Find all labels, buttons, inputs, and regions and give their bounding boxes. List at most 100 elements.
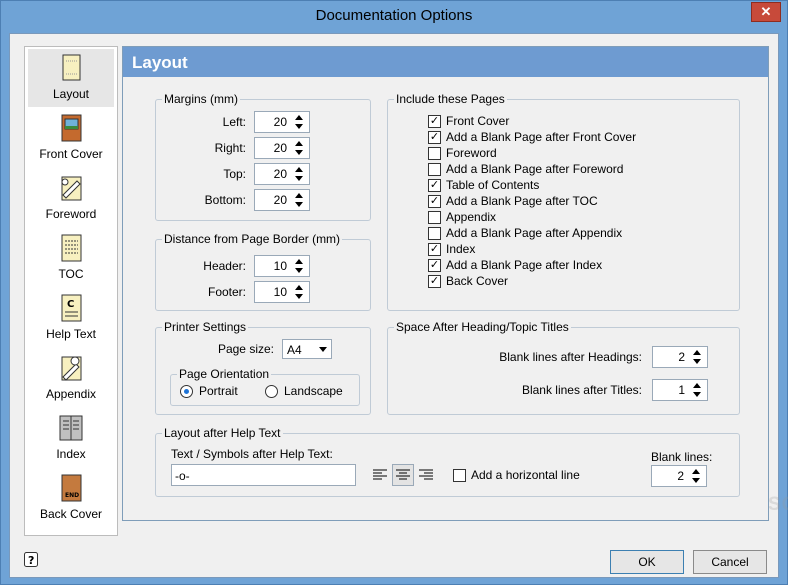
include-page-label[interactable]: Front Cover: [446, 114, 509, 128]
right-margin-label: Right:: [214, 141, 246, 155]
include-page-label[interactable]: Back Cover: [446, 274, 508, 288]
titles-lines-value: 1: [678, 383, 685, 397]
include-page-checkbox[interactable]: [428, 211, 441, 224]
distance-group: Distance from Page Border (mm) Header: 1…: [155, 232, 371, 311]
sidebar-item-appendix[interactable]: Appendix: [28, 349, 114, 407]
include-page-label[interactable]: Foreword: [446, 146, 497, 160]
include-page-checkbox[interactable]: ✓: [428, 259, 441, 272]
sidebar-item-label: Foreword: [45, 207, 97, 221]
include-page-checkbox[interactable]: ✓: [428, 195, 441, 208]
close-button[interactable]: ✕: [751, 2, 781, 22]
sidebar-item-help-text[interactable]: C Help Text: [28, 289, 114, 347]
top-margin-label: Top:: [223, 167, 246, 181]
sidebar-item-label: TOC: [58, 267, 84, 281]
horizontal-line-label[interactable]: Add a horizontal line: [471, 468, 580, 482]
spin-arrows-icon[interactable]: [293, 166, 305, 182]
toc-icon: [61, 234, 82, 262]
include-page-checkbox[interactable]: [428, 163, 441, 176]
ok-button[interactable]: OK: [610, 550, 684, 574]
include-page-label[interactable]: Add a Blank Page after Appendix: [446, 226, 622, 240]
spin-arrows-icon[interactable]: [293, 258, 305, 274]
blank-lines-spinner[interactable]: 2: [651, 465, 707, 487]
align-right-button[interactable]: [415, 464, 437, 486]
include-page-label[interactable]: Add a Blank Page after Index: [446, 258, 602, 272]
footer-distance-spinner[interactable]: 10: [254, 281, 310, 303]
bottom-margin-spinner[interactable]: 20: [254, 189, 310, 211]
include-page-checkbox[interactable]: ✓: [428, 115, 441, 128]
horizontal-line-checkbox[interactable]: [453, 469, 466, 482]
sidebar-item-front-cover[interactable]: Front Cover: [28, 109, 114, 167]
sidebar-item-toc[interactable]: TOC: [28, 229, 114, 287]
spin-arrows-icon[interactable]: [690, 468, 702, 484]
index-icon: [59, 415, 83, 441]
include-page-checkbox[interactable]: ✓: [428, 179, 441, 192]
sidebar-item-layout[interactable]: Layout: [28, 49, 114, 107]
spin-arrows-icon[interactable]: [691, 382, 703, 398]
include-page-checkbox[interactable]: [428, 227, 441, 240]
align-center-button[interactable]: [392, 464, 414, 486]
align-center-icon: [396, 469, 410, 480]
page-size-select[interactable]: A4: [282, 339, 332, 359]
top-margin-spinner[interactable]: 20: [254, 163, 310, 185]
watermark: SOFTPEDIA: [768, 494, 788, 515]
symbols-input[interactable]: -o-: [171, 464, 356, 486]
include-page-label[interactable]: Appendix: [446, 210, 496, 224]
svg-text:C: C: [67, 299, 74, 310]
page-size-label: Page size:: [217, 342, 274, 356]
after-help-group-title: Layout after Help Text: [162, 426, 283, 440]
blank-lines-label: Blank lines:: [651, 450, 713, 464]
spin-arrows-icon[interactable]: [293, 284, 305, 300]
margins-group: Margins (mm) Left: 20 Right: 20 Top: 20 …: [155, 92, 371, 221]
blank-lines-value: 2: [677, 469, 684, 483]
front-cover-icon: [61, 114, 82, 142]
include-pages-group-title: Include these Pages: [394, 92, 507, 106]
margins-group-title: Margins (mm): [162, 92, 240, 106]
include-page-label[interactable]: Index: [446, 242, 475, 256]
spin-arrows-icon[interactable]: [293, 192, 305, 208]
headings-lines-spinner[interactable]: 2: [652, 346, 708, 368]
orientation-group-title: Page Orientation: [177, 367, 272, 381]
include-page-checkbox[interactable]: ✓: [428, 275, 441, 288]
sidebar-item-label: Appendix: [45, 387, 97, 401]
include-page-label[interactable]: Table of Contents: [446, 178, 539, 192]
include-page-label[interactable]: Add a Blank Page after Foreword: [446, 162, 623, 176]
sidebar-item-foreword[interactable]: Foreword: [28, 169, 114, 227]
spin-arrows-icon[interactable]: [691, 349, 703, 365]
include-page-checkbox[interactable]: ✓: [428, 243, 441, 256]
portrait-radio[interactable]: [180, 385, 193, 398]
chevron-down-icon: [319, 347, 327, 352]
cancel-button[interactable]: Cancel: [693, 550, 767, 574]
orientation-group: Page Orientation Portrait Landscape: [170, 367, 360, 406]
help-button[interactable]: ?: [24, 552, 38, 568]
include-page-checkbox[interactable]: [428, 147, 441, 160]
titles-lines-label: Blank lines after Titles:: [521, 383, 642, 397]
printer-settings-group: Printer Settings Page size: A4 Page Orie…: [155, 320, 371, 415]
right-margin-value: 20: [273, 141, 287, 155]
header-distance-value: 10: [273, 259, 287, 273]
left-margin-spinner[interactable]: 20: [254, 111, 310, 133]
portrait-label[interactable]: Portrait: [199, 384, 238, 398]
include-page-label[interactable]: Add a Blank Page after TOC: [446, 194, 598, 208]
page-size-value: A4: [287, 343, 302, 357]
sidebar-item-label: Index: [56, 447, 86, 461]
sidebar-item-index[interactable]: Index: [28, 409, 114, 467]
right-margin-spinner[interactable]: 20: [254, 137, 310, 159]
titles-lines-spinner[interactable]: 1: [652, 379, 708, 401]
header-distance-label: Header:: [203, 259, 246, 273]
align-left-button[interactable]: [369, 464, 391, 486]
include-page-label[interactable]: Add a Blank Page after Front Cover: [446, 130, 636, 144]
spin-arrows-icon[interactable]: [293, 140, 305, 156]
sidebar-item-back-cover[interactable]: END Back Cover: [28, 469, 114, 527]
landscape-radio[interactable]: [265, 385, 278, 398]
include-pages-group: Include these Pages ✓ Front Cover ✓ Add a B…: [387, 92, 740, 311]
top-margin-value: 20: [273, 167, 287, 181]
align-right-icon: [419, 469, 433, 480]
appendix-icon: [61, 356, 82, 381]
spin-arrows-icon[interactable]: [293, 114, 305, 130]
help-text-icon: C: [61, 294, 82, 322]
header-distance-spinner[interactable]: 10: [254, 255, 310, 277]
include-page-checkbox[interactable]: ✓: [428, 131, 441, 144]
svg-text:?: ?: [28, 554, 34, 567]
title-bar[interactable]: Documentation Options ✕: [1, 1, 787, 33]
landscape-label[interactable]: Landscape: [284, 384, 343, 398]
